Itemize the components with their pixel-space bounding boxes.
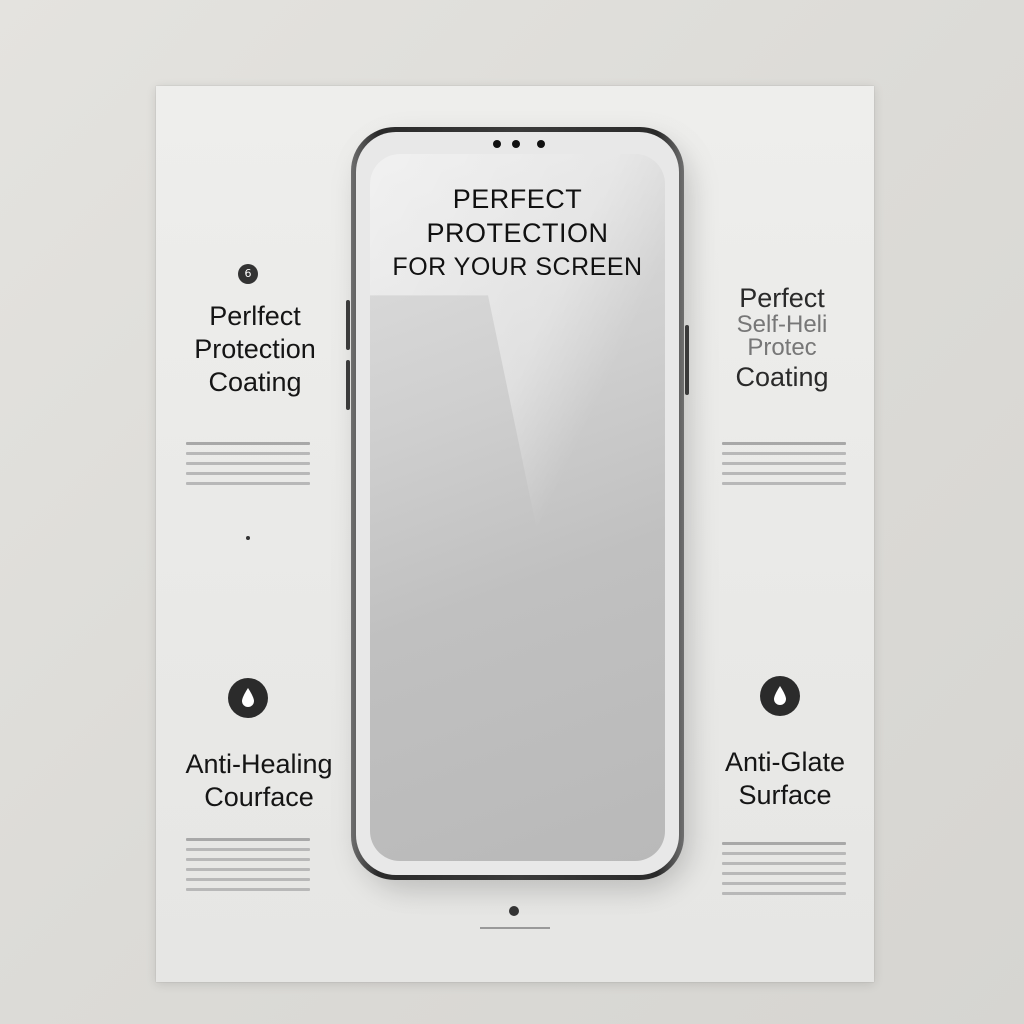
droplet-icon [228,678,268,718]
feature-title-line: Self-Heli [736,311,828,338]
volume-button [346,360,350,410]
feature-title-line: Surface [738,780,832,810]
phone-bezel: PERFECT PROTECTION FOR YOUR SCREEN [356,132,679,875]
feature-title-line: Courface [204,782,314,812]
footer-fine-print [470,925,560,931]
screen-headline: PERFECT PROTECTION FOR YOUR SCREEN [370,182,665,284]
feature-description-placeholder [186,442,310,492]
footer-logo-icon [509,906,519,916]
sensor-dot [537,140,545,148]
sensor-dot [512,140,520,148]
feature-title-line: Protection [194,334,316,364]
power-button [685,325,689,395]
headline-line-2: PROTECTION [426,218,609,248]
feature-title-self-healing: Perfect Self-Heli Protec Coating [712,282,852,394]
camera-dot [493,140,501,148]
phone-screen: PERFECT PROTECTION FOR YOUR SCREEN [370,154,665,861]
droplet-icon [760,676,800,716]
feature-title-line: Coating [735,362,829,392]
headline-line-3: FOR YOUR SCREEN [392,253,643,281]
feature-description-placeholder [186,838,310,898]
feature-title-anti-glare: Anti-Glate Surface [710,746,860,812]
feature-title-line: Protec [747,334,817,361]
feature-title-line: Anti-Healing [185,749,333,779]
feature-title-anti-healing: Anti-Healing Courface [164,748,354,814]
phone-mockup: PERFECT PROTECTION FOR YOUR SCREEN [351,127,684,880]
feature-title-coating: Perlfect Protection Coating [170,300,340,399]
bullet-dot [246,536,250,540]
feature-title-line: Perlfect [209,301,301,331]
feature-description-placeholder [722,842,846,902]
headline-line-1: PERFECT [452,184,583,214]
feature-title-line: Anti-Glate [724,747,846,777]
badge-icon: 6 [238,264,258,284]
volume-button [346,300,350,350]
feature-description-placeholder [722,442,846,492]
feature-title-line: Coating [208,367,302,397]
